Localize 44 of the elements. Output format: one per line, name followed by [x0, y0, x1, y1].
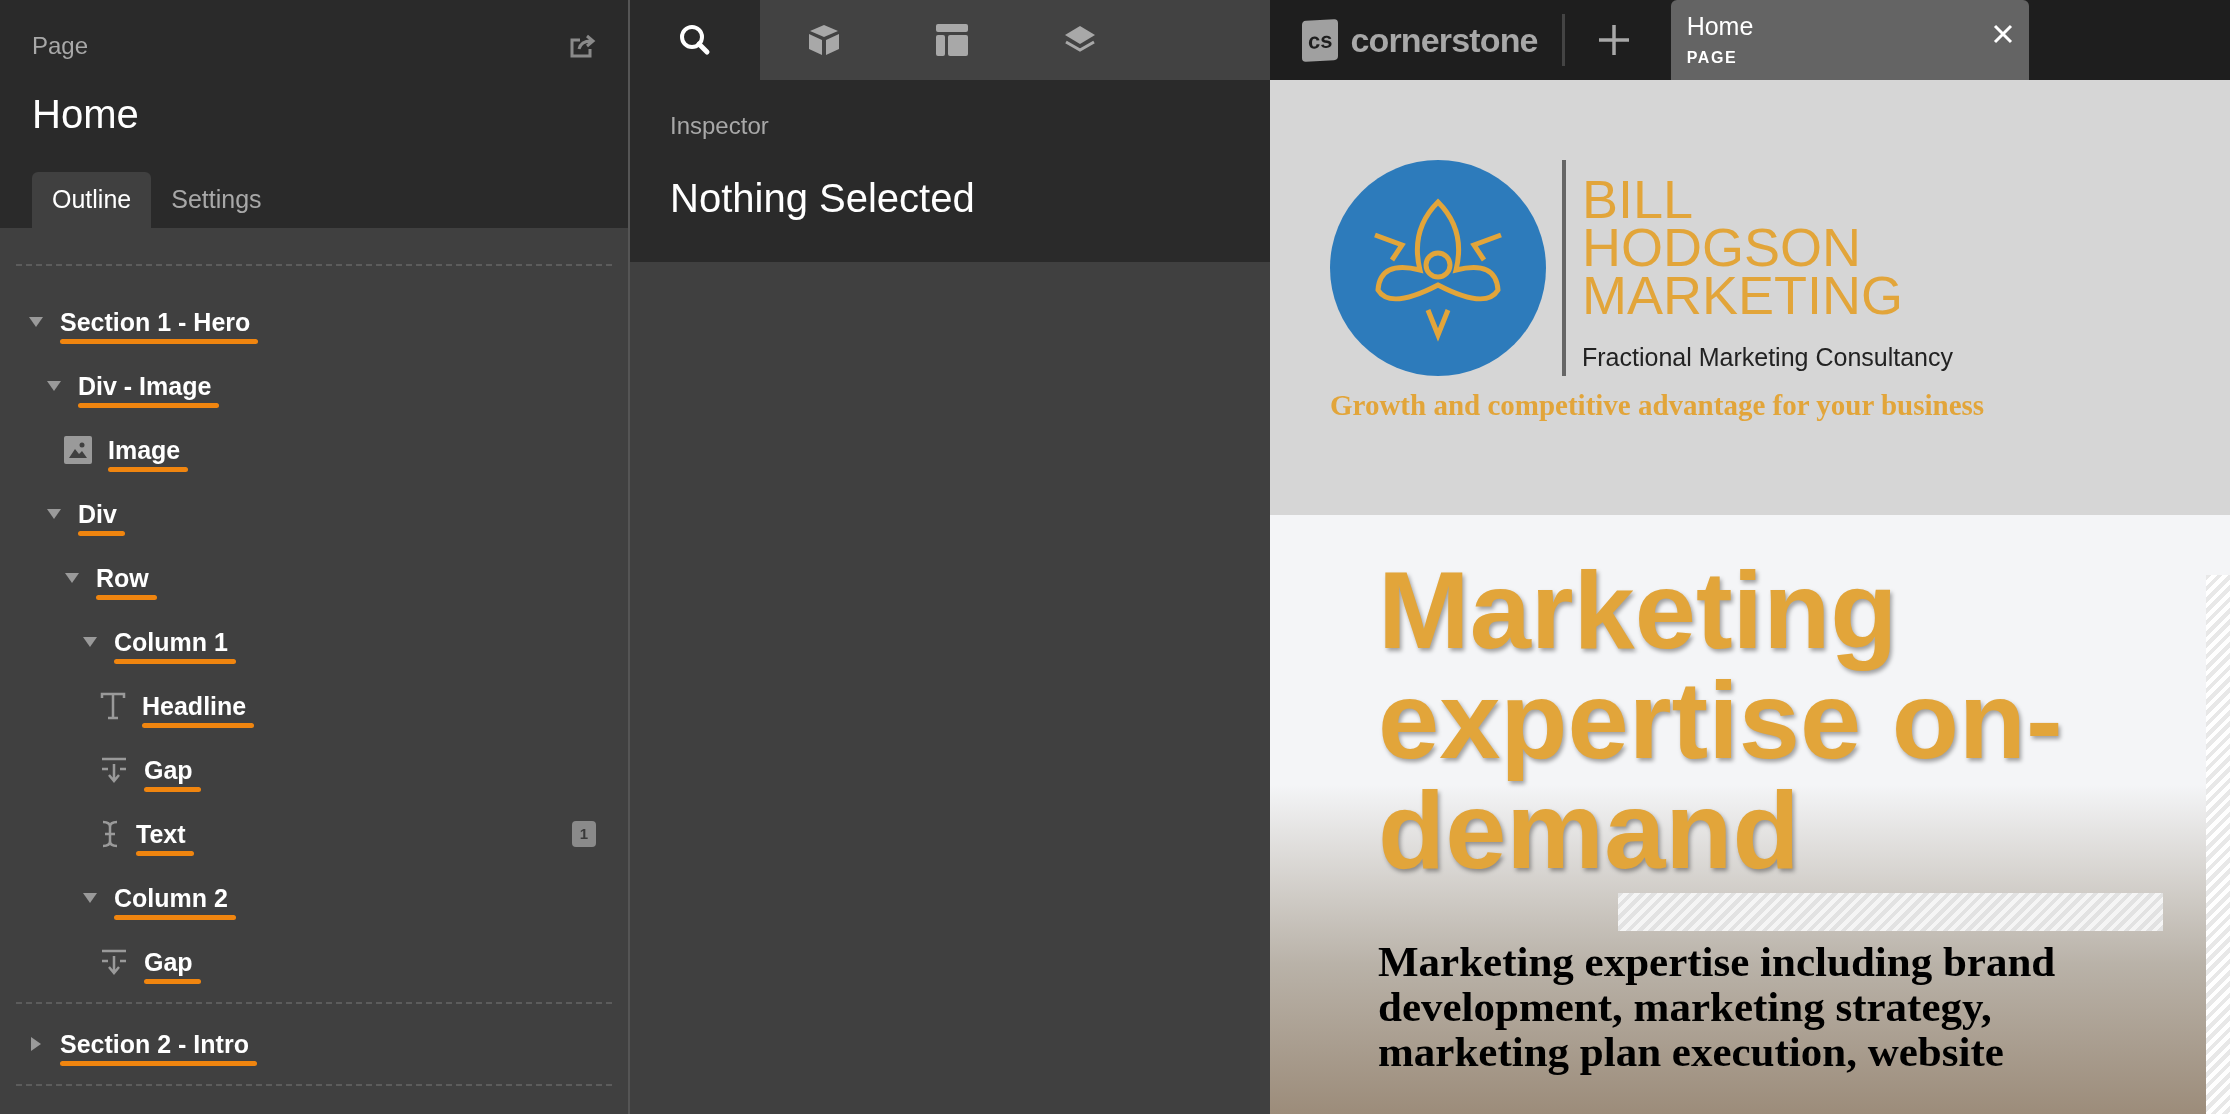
inspector-title: Nothing Selected — [670, 175, 976, 222]
external-link-icon[interactable] — [570, 34, 596, 58]
outline-item[interactable]: Gap — [144, 947, 193, 977]
text-cursor-icon — [100, 820, 120, 848]
brand-name: MARKETING — [1582, 270, 1905, 319]
panel-label: Page — [32, 31, 89, 61]
outline-item[interactable]: Headline — [142, 691, 247, 721]
cube-icon — [807, 23, 841, 57]
panel-tab[interactable]: Settings — [151, 172, 282, 228]
plus-icon[interactable] — [1596, 23, 1631, 57]
search-icon — [678, 23, 712, 57]
outline-item[interactable]: Div - Image — [78, 371, 212, 401]
gap-icon — [100, 948, 128, 976]
logo-mark: cs — [1302, 18, 1339, 62]
outline-item[interactable]: Gap — [144, 755, 193, 785]
outline-item[interactable]: Section 1 - Hero — [60, 307, 251, 337]
inspector-label: Inspector — [670, 111, 770, 141]
tab-title: Home — [1686, 11, 1754, 42]
tab-subtitle: PAGE — [1686, 47, 1739, 68]
brand-name: BILL — [1582, 174, 1694, 223]
brand-subtitle: Fractional Marketing Consultancy — [1582, 341, 1953, 373]
outline-item[interactable]: Div — [78, 499, 117, 529]
image-icon — [64, 436, 92, 464]
close-icon[interactable] — [1992, 24, 2013, 44]
gap-icon — [100, 756, 128, 784]
logo-text: cornerstone — [1350, 19, 1538, 61]
hero-headline: Marketing expertise on-demand — [1378, 555, 2064, 885]
outline-item[interactable]: Text — [136, 819, 186, 849]
layout-icon — [935, 23, 969, 57]
outline-item[interactable]: Section 2 - Intro — [60, 1029, 249, 1059]
page-title: Home — [32, 91, 140, 138]
panel-tab[interactable]: Outline — [32, 172, 152, 228]
tagline: Growth and competitive advantage for your business — [1330, 388, 1986, 423]
outline-item[interactable]: Row — [96, 563, 149, 593]
outline-item[interactable]: Column 1 — [114, 627, 228, 657]
hero-body: Marketing expertise including brand development, marketing strategy, marketing plan execution, website — [1378, 939, 2057, 1074]
outline-item[interactable]: Image — [108, 435, 181, 465]
flower-logo-icon — [1330, 160, 1546, 376]
text-type-icon — [100, 692, 126, 720]
brand-name: HODGSON — [1582, 222, 1862, 271]
outline-item[interactable]: Column 2 — [114, 883, 228, 913]
count-badge: 1 — [571, 820, 596, 848]
toolbar-tab[interactable] — [630, 0, 760, 80]
document-tab[interactable]: Home PAGE — [1670, 0, 2029, 80]
